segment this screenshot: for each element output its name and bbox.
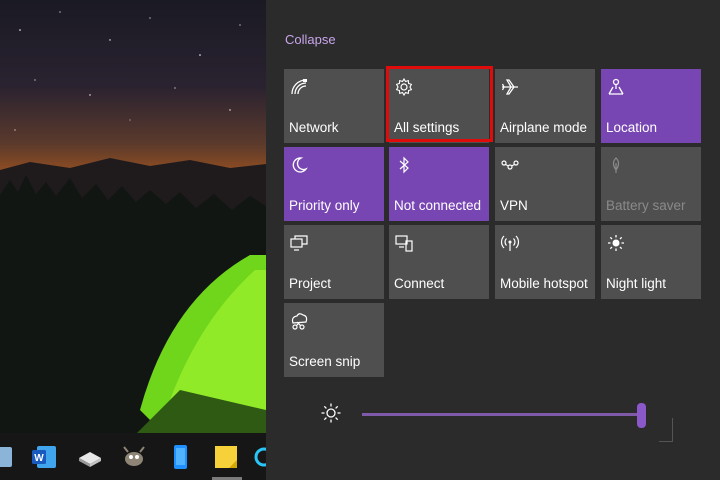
taskbar: W bbox=[0, 433, 274, 480]
tile-airplane-mode-label: Airplane mode bbox=[500, 120, 588, 135]
brightness-slider-track[interactable] bbox=[362, 413, 644, 416]
tile-vpn[interactable]: VPN bbox=[495, 147, 595, 221]
recycle-bin-icon[interactable] bbox=[0, 443, 22, 471]
project-icon bbox=[290, 235, 308, 251]
vpn-icon bbox=[501, 160, 519, 170]
brightness-slider-thumb[interactable] bbox=[637, 403, 646, 428]
tile-connect[interactable]: Connect bbox=[389, 225, 489, 299]
tile-screen-snip[interactable]: Screen snip bbox=[284, 303, 384, 377]
tile-night-light-label: Night light bbox=[606, 276, 667, 291]
action-center-panel: Collapse Network All settings Airplane m… bbox=[266, 0, 720, 480]
sticky-notes-icon[interactable] bbox=[212, 443, 240, 471]
tile-network[interactable]: Network bbox=[284, 69, 384, 143]
tile-priority-only[interactable]: Priority only bbox=[284, 147, 384, 221]
tile-night-light[interactable]: Night light bbox=[601, 225, 701, 299]
tile-mobile-hotspot[interactable]: Mobile hotspot bbox=[495, 225, 595, 299]
tile-mobile-hotspot-label: Mobile hotspot bbox=[500, 276, 588, 291]
drive-icon[interactable] bbox=[76, 443, 104, 471]
battery-saver-icon bbox=[612, 157, 620, 173]
network-icon bbox=[291, 79, 307, 95]
tile-network-label: Network bbox=[289, 120, 339, 135]
screen-snip-icon bbox=[291, 313, 308, 330]
tile-location-label: Location bbox=[606, 120, 658, 135]
desktop-wallpaper bbox=[0, 0, 266, 480]
tile-priority-only-label: Priority only bbox=[289, 198, 360, 213]
collapse-link[interactable]: Collapse bbox=[285, 32, 336, 47]
phone-icon[interactable] bbox=[166, 443, 194, 471]
tile-battery-saver[interactable]: Battery saver bbox=[601, 147, 701, 221]
tile-connect-label: Connect bbox=[394, 276, 445, 291]
tile-location[interactable]: Location bbox=[601, 69, 701, 143]
brightness-sun-icon bbox=[321, 403, 341, 423]
tile-project-label: Project bbox=[289, 276, 332, 291]
airplane-icon bbox=[501, 79, 518, 95]
tile-project[interactable]: Project bbox=[284, 225, 384, 299]
location-icon bbox=[608, 78, 624, 95]
all-settings-highlight-box bbox=[386, 66, 493, 142]
tile-bluetooth[interactable]: Not connected bbox=[389, 147, 489, 221]
gimp-icon[interactable] bbox=[120, 443, 148, 471]
hotspot-icon bbox=[500, 235, 520, 251]
moon-icon bbox=[292, 157, 308, 173]
tile-battery-saver-label: Battery saver bbox=[606, 198, 686, 213]
tile-vpn-label: VPN bbox=[500, 198, 528, 213]
tile-airplane-mode[interactable]: Airplane mode bbox=[495, 69, 595, 143]
svg-text:W: W bbox=[34, 453, 44, 464]
tile-bluetooth-label: Not connected bbox=[394, 198, 482, 213]
green-tent bbox=[130, 255, 266, 440]
word-icon[interactable]: W bbox=[30, 443, 58, 471]
bluetooth-icon bbox=[399, 156, 409, 174]
tile-screen-snip-label: Screen snip bbox=[289, 354, 361, 369]
night-light-icon bbox=[608, 235, 624, 251]
panel-corner-decoration bbox=[659, 418, 673, 442]
connect-icon bbox=[395, 235, 413, 252]
